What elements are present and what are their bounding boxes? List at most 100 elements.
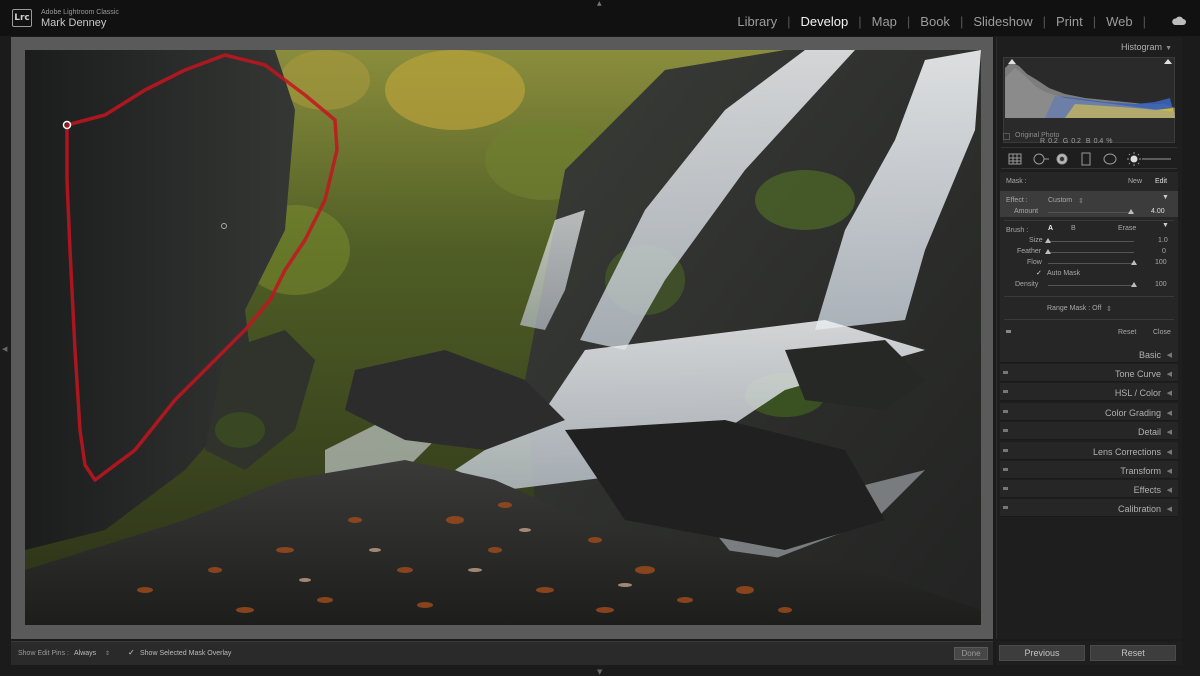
section-title: Basic [1138, 350, 1161, 360]
amount-slider-thumb[interactable] [1128, 209, 1135, 214]
image-canvas [11, 37, 993, 639]
previous-button[interactable]: Previous [999, 645, 1085, 661]
feather-slider[interactable] [1048, 252, 1134, 253]
panel-switch-icon[interactable] [1003, 390, 1008, 393]
section-detail[interactable]: Detail ◀ [1000, 422, 1178, 440]
brush-b-button[interactable]: B [1071, 225, 1076, 232]
brush-a-button[interactable]: A [1048, 225, 1053, 232]
panel-switch-icon[interactable] [1003, 468, 1008, 471]
panel-switch-icon[interactable] [1003, 449, 1008, 452]
section-title: Effects [1133, 485, 1161, 495]
top-bar: ▲ Lrc Adobe Lightroom Classic Mark Denne… [0, 0, 1200, 36]
expand-triangle-icon[interactable]: ◀ [1167, 351, 1172, 359]
identity-plate-user-name: Mark Denney [41, 17, 107, 29]
mask-reset-button[interactable]: Reset [1118, 329, 1136, 336]
amount-slider[interactable] [1048, 212, 1134, 213]
section-transform[interactable]: Transform ◀ [1000, 461, 1178, 479]
graduated-filter-icon [1081, 152, 1091, 166]
right-panel-scrollbar[interactable] [1184, 37, 1198, 639]
module-slideshow[interactable]: Slideshow [971, 14, 1034, 29]
brush-erase-button[interactable]: Erase [1118, 225, 1136, 232]
reset-button[interactable]: Reset [1090, 645, 1176, 661]
module-map[interactable]: Map [870, 14, 899, 29]
panel-switch-icon[interactable] [1003, 371, 1008, 374]
effect-label: Effect : [1006, 197, 1028, 204]
expand-triangle-icon[interactable]: ◀ [1167, 448, 1172, 456]
module-separator: | [959, 14, 964, 29]
show-mask-overlay-label: Show Selected Mask Overlay [140, 650, 232, 657]
panel-switch-icon[interactable] [1006, 330, 1011, 333]
flow-value[interactable]: 100 [1155, 259, 1167, 266]
mask-edit-button[interactable]: Edit [1155, 178, 1167, 185]
module-book[interactable]: Book [918, 14, 952, 29]
module-library[interactable]: Library [735, 14, 779, 29]
top-panel-toggle-icon[interactable]: ▲ [597, 0, 602, 7]
amount-value[interactable]: 4.00 [1151, 208, 1165, 215]
density-slider[interactable] [1048, 285, 1134, 286]
range-mask-select[interactable]: Range Mask : Off [1047, 305, 1101, 312]
density-slider-thumb[interactable] [1131, 282, 1137, 287]
module-separator: | [787, 14, 791, 29]
left-panel-toggle-icon[interactable]: ◀ [2, 345, 7, 353]
expand-triangle-icon[interactable]: ◀ [1167, 486, 1172, 494]
effect-preset-select[interactable]: Custom [1048, 197, 1072, 204]
size-slider[interactable] [1048, 241, 1134, 242]
original-photo-checkbox[interactable] [1003, 133, 1010, 140]
expand-triangle-icon[interactable]: ◀ [1167, 370, 1172, 378]
auto-mask-checkbox[interactable]: ✓ [1036, 269, 1042, 277]
panel-switch-icon[interactable] [1003, 410, 1008, 413]
histogram-header[interactable]: Histogram ▼ [1121, 42, 1172, 52]
mask-new-button[interactable]: New [1128, 178, 1142, 185]
section-hsl-color[interactable]: HSL / Color ◀ [1000, 383, 1178, 401]
density-value[interactable]: 100 [1155, 281, 1167, 288]
section-title: Detail [1137, 427, 1161, 437]
panel-switch-icon[interactable] [1003, 429, 1008, 432]
red-eye-icon [1056, 153, 1068, 165]
flow-slider-thumb[interactable] [1131, 260, 1137, 265]
section-title: Calibration [1117, 504, 1161, 514]
section-color-grading[interactable]: Color Grading ◀ [1000, 403, 1178, 421]
chevron-updown-icon[interactable]: ⇕ [1106, 305, 1112, 313]
divider [1004, 319, 1174, 320]
expand-triangle-icon[interactable]: ◀ [1167, 409, 1172, 417]
module-print[interactable]: Print [1054, 14, 1085, 29]
section-effects[interactable]: Effects ◀ [1000, 480, 1178, 498]
feather-slider-thumb[interactable] [1045, 249, 1051, 254]
show-mask-overlay-checkbox[interactable]: ✓ [128, 649, 136, 657]
divider [1004, 220, 1174, 221]
original-photo-label: Original Photo [1015, 132, 1060, 139]
waterfall-photo[interactable] [25, 50, 981, 625]
density-label: Density [1015, 281, 1039, 288]
mask-close-button[interactable]: Close [1153, 329, 1171, 336]
expand-triangle-icon[interactable]: ◀ [1167, 428, 1172, 436]
done-button[interactable]: Done [954, 647, 988, 660]
section-lens-corrections[interactable]: Lens Corrections ◀ [1000, 442, 1178, 460]
develop-bottom-buttons: Previous Reset [996, 641, 1182, 665]
expand-triangle-icon[interactable]: ◀ [1167, 505, 1172, 513]
chevron-updown-icon[interactable]: ⇕ [1078, 197, 1084, 205]
filmstrip-toggle-icon[interactable]: ▼ [597, 668, 602, 676]
divider [1004, 296, 1174, 297]
panel-switch-icon[interactable] [1003, 506, 1008, 509]
collapse-triangle-icon[interactable]: ▼ [1165, 45, 1172, 52]
histogram[interactable]: R 0.2 G 0.2 B 0.4% [1003, 57, 1175, 145]
collapse-triangle-icon[interactable]: ▼ [1162, 222, 1169, 229]
section-calibration[interactable]: Calibration ◀ [1000, 499, 1178, 517]
flow-slider[interactable] [1048, 263, 1134, 264]
chevron-updown-icon[interactable]: ⇕ [105, 650, 110, 657]
module-web[interactable]: Web [1104, 14, 1135, 29]
feather-value[interactable]: 0 [1162, 248, 1166, 255]
show-edit-pins-select[interactable]: Always [74, 650, 96, 657]
collapse-triangle-icon[interactable]: ▼ [1162, 194, 1169, 201]
panel-switch-icon[interactable] [1003, 487, 1008, 490]
histogram-graph [1005, 59, 1175, 118]
expand-triangle-icon[interactable]: ◀ [1167, 389, 1172, 397]
module-develop[interactable]: Develop [799, 14, 851, 29]
module-picker: Library | Develop | Map | Book | Slideshow | … [735, 14, 1154, 29]
size-slider-thumb[interactable] [1045, 238, 1051, 243]
section-tone-curve[interactable]: Tone Curve ◀ [1000, 364, 1178, 382]
size-value[interactable]: 1.0 [1158, 237, 1168, 244]
expand-triangle-icon[interactable]: ◀ [1167, 467, 1172, 475]
section-basic[interactable]: Basic ◀ [1000, 345, 1178, 363]
cloud-sync-icon[interactable] [1172, 16, 1186, 25]
